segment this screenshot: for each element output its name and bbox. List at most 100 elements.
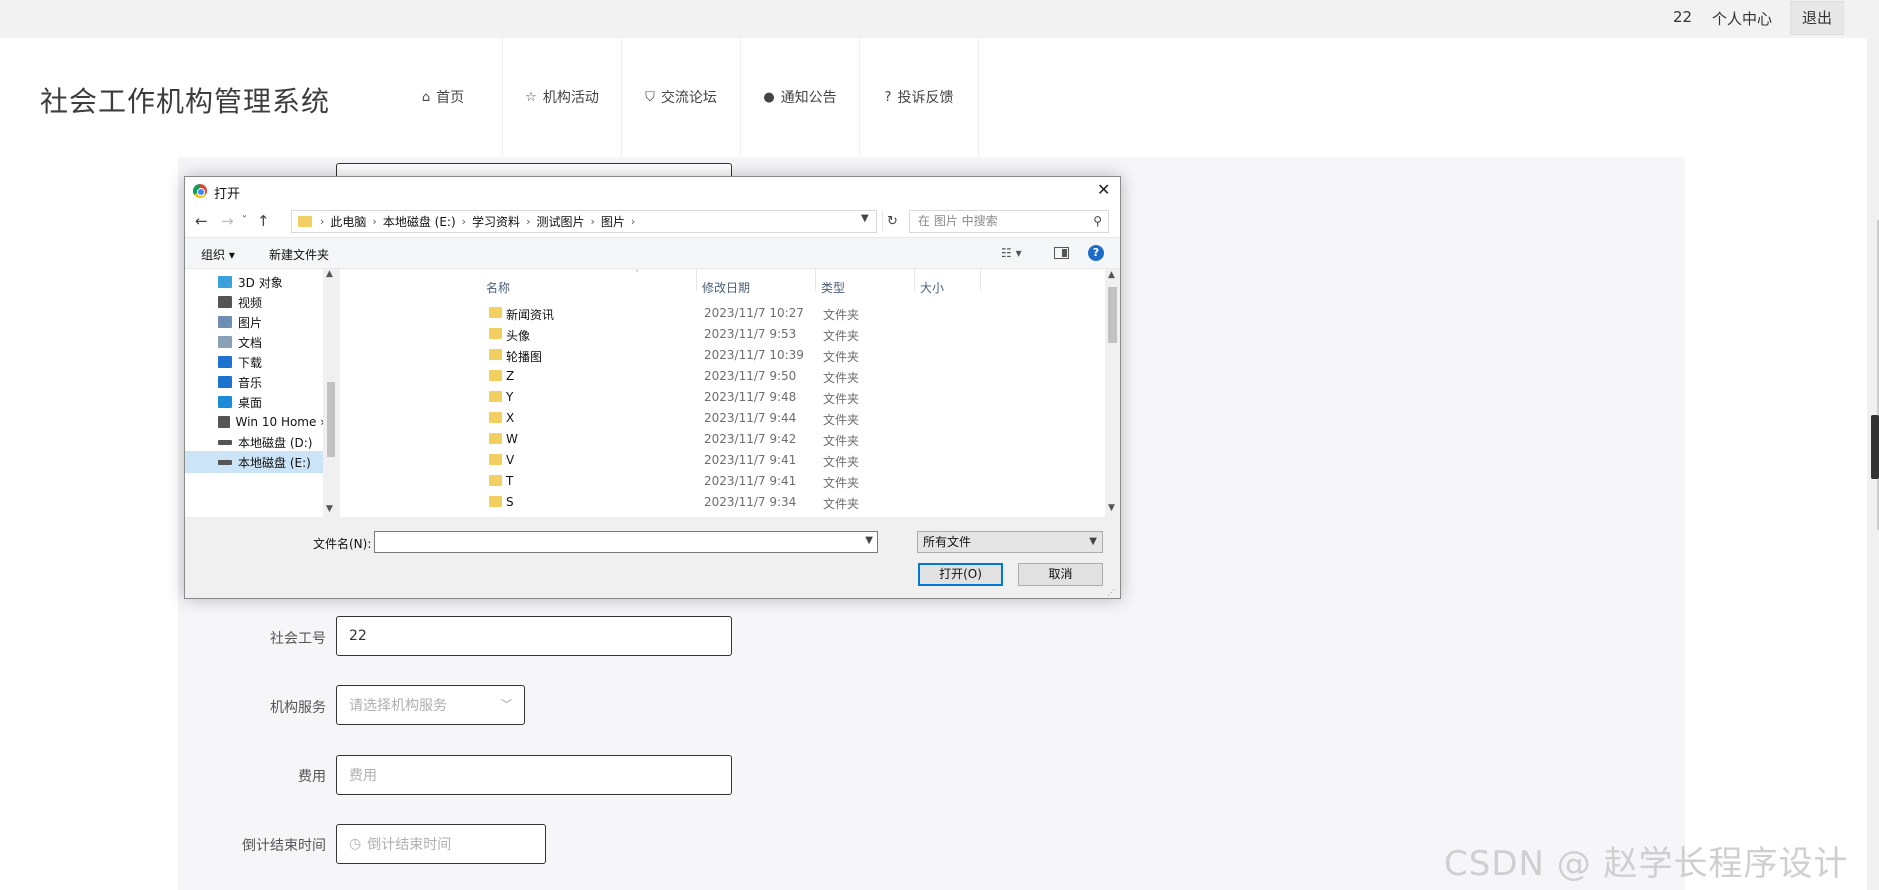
tree-item-videos[interactable]: 视频	[185, 291, 325, 313]
file-row[interactable]: 轮播图 2023/11/7 10:39 文件夹	[340, 345, 1120, 365]
file-name: Y	[506, 390, 514, 404]
dialog-toolbar: 组织 ▾ 新建文件夹 ☷ ▾ ?	[185, 237, 1120, 269]
tree-item-documents[interactable]: 文档	[185, 331, 325, 353]
chevron-down-icon[interactable]: ▼	[861, 213, 869, 224]
main-nav: ⌂ 首页 ☆ 机构活动 ⛉ 交流论坛 ● 通知公告 ? 投诉反馈	[384, 38, 979, 156]
scroll-down-icon[interactable]: ▼	[326, 504, 333, 514]
recent-dropdown-icon[interactable]: ˅	[242, 215, 247, 226]
column-divider[interactable]	[980, 269, 981, 291]
logout-button[interactable]: 退出	[1790, 1, 1844, 35]
folder-icon	[489, 433, 502, 444]
breadcrumb-item[interactable]: 本地磁盘 (E:)	[383, 213, 456, 230]
chevron-right-icon: ›	[630, 215, 636, 228]
navigation-pane-scrollbar[interactable]: ▲ ▼	[323, 269, 339, 517]
open-button[interactable]: 打开(O)	[918, 563, 1003, 586]
scroll-down-icon[interactable]: ▼	[1108, 503, 1115, 513]
organize-button[interactable]: 组织 ▾	[201, 246, 235, 263]
nav-label: 通知公告	[780, 90, 837, 106]
chevron-down-icon[interactable]: ▼	[865, 535, 873, 546]
social-id-input[interactable]: 22	[336, 616, 732, 656]
personal-center-link[interactable]: 个人中心	[1712, 8, 1772, 29]
file-row[interactable]: T 2023/11/7 9:41 文件夹	[340, 471, 1120, 491]
back-arrow-icon[interactable]: ←	[195, 212, 208, 230]
resize-grip-icon[interactable]: ⋰	[1107, 588, 1115, 597]
tree-item-music[interactable]: 音乐	[185, 371, 325, 393]
file-type: 文件夹	[823, 413, 860, 427]
fee-input[interactable]: 费用	[336, 755, 732, 795]
close-icon[interactable]: ✕	[1097, 180, 1110, 199]
file-row[interactable]: X 2023/11/7 9:44 文件夹	[340, 408, 1120, 428]
cancel-button[interactable]: 取消	[1018, 563, 1103, 586]
page-scrollbar-thumb[interactable]	[1871, 415, 1879, 479]
column-header-date[interactable]: 修改日期	[702, 279, 750, 296]
file-row[interactable]: 新闻资讯 2023/11/7 10:27 文件夹	[340, 303, 1120, 323]
nav-item-home[interactable]: ⌂ 首页	[384, 38, 503, 156]
star-icon: ☆	[525, 89, 537, 105]
nav-item-activities[interactable]: ☆ 机构活动	[503, 38, 622, 156]
scroll-up-icon[interactable]: ▲	[1108, 270, 1115, 280]
nav-item-forum[interactable]: ⛉ 交流论坛	[622, 38, 741, 156]
breadcrumb-item[interactable]: 学习资料	[472, 213, 520, 230]
column-header-type[interactable]: 类型	[821, 279, 845, 296]
file-date: 2023/11/7 10:27	[704, 306, 804, 320]
site-title: 社会工作机构管理系统	[40, 85, 331, 118]
tree-item-drive-d[interactable]: 本地磁盘 (D:)	[185, 431, 325, 453]
file-list-scrollbar[interactable]: ▲ ▼	[1105, 269, 1120, 517]
view-options-icon[interactable]: ☷ ▾	[1001, 246, 1022, 260]
nav-item-notices[interactable]: ● 通知公告	[741, 38, 860, 156]
column-divider[interactable]	[815, 269, 816, 291]
tree-label: 文档	[238, 335, 263, 350]
file-type: 文件夹	[823, 308, 860, 322]
refresh-icon[interactable]: ↻	[882, 211, 902, 232]
forward-arrow-icon[interactable]: →	[221, 212, 234, 230]
deadline-input[interactable]: ◷ 倒计结束时间	[336, 824, 546, 864]
preview-pane-icon[interactable]	[1054, 247, 1069, 259]
filename-input[interactable]: ▼	[374, 531, 878, 553]
search-icon: ⚲	[1093, 214, 1102, 228]
scroll-up-icon[interactable]: ▲	[326, 269, 333, 279]
column-divider[interactable]	[696, 269, 697, 291]
column-header-size[interactable]: 大小	[920, 279, 944, 296]
tree-item-pictures[interactable]: 图片	[185, 311, 325, 333]
nav-label: 首页	[436, 90, 465, 106]
file-row[interactable]: W 2023/11/7 9:42 文件夹	[340, 429, 1120, 449]
file-row[interactable]: S 2023/11/7 9:34 文件夹	[340, 492, 1120, 512]
tree-item-win10[interactable]: Win 10 Home ›	[185, 411, 325, 433]
service-select[interactable]: 请选择机构服务 ﹀	[336, 685, 525, 725]
file-name: 轮播图	[506, 350, 543, 364]
file-name: 头像	[506, 329, 531, 343]
dialog-title: 打开	[214, 187, 241, 202]
download-icon	[218, 356, 232, 368]
fee-label: 费用	[298, 769, 326, 785]
desktop-icon	[218, 396, 232, 408]
file-row[interactable]: V 2023/11/7 9:41 文件夹	[340, 450, 1120, 470]
tree-item-downloads[interactable]: 下载	[185, 351, 325, 373]
breadcrumb-item[interactable]: 图片	[601, 213, 625, 230]
file-name: 新闻资讯	[506, 308, 555, 322]
new-folder-button[interactable]: 新建文件夹	[269, 246, 329, 263]
column-header-name[interactable]: 名称	[486, 279, 510, 296]
file-row[interactable]: Z 2023/11/7 9:50 文件夹	[340, 366, 1120, 386]
breadcrumb-item[interactable]: 测试图片	[536, 213, 584, 230]
up-arrow-icon[interactable]: ↑	[257, 212, 270, 230]
tree-label: Win 10 Home ›	[235, 415, 326, 429]
scrollbar-thumb[interactable]	[327, 382, 335, 457]
file-row[interactable]: Y 2023/11/7 9:48 文件夹	[340, 387, 1120, 407]
help-icon[interactable]: ?	[1088, 245, 1104, 261]
filetype-select[interactable]: 所有文件 ▼	[917, 531, 1103, 553]
tree-item-desktop[interactable]: 桌面	[185, 391, 325, 413]
scrollbar-thumb[interactable]	[1108, 287, 1117, 343]
address-bar[interactable]: › 此电脑 › 本地磁盘 (E:) › 学习资料 › 测试图片 › 图片 ›	[291, 210, 877, 233]
address-row: ← → ˅ ↑ › 此电脑 › 本地磁盘 (E:) › 学习资料 › 测试图片 …	[185, 205, 1120, 237]
tree-label: 本地磁盘 (E:)	[238, 455, 311, 470]
dialog-titlebar[interactable]: 打开 ✕	[185, 177, 1120, 205]
nav-item-feedback[interactable]: ? 投诉反馈	[860, 38, 979, 156]
file-name: S	[506, 495, 514, 509]
search-input[interactable]: 在 图片 中搜索 ⚲	[909, 210, 1109, 233]
username-link[interactable]: 22	[1673, 8, 1692, 26]
column-divider[interactable]	[914, 269, 915, 291]
tree-item-3d-objects[interactable]: 3D 对象	[185, 271, 325, 293]
tree-item-drive-e[interactable]: 本地磁盘 (E:)	[185, 451, 325, 473]
breadcrumb-item[interactable]: 此电脑	[330, 213, 366, 230]
file-row[interactable]: 头像 2023/11/7 9:53 文件夹	[340, 324, 1120, 344]
